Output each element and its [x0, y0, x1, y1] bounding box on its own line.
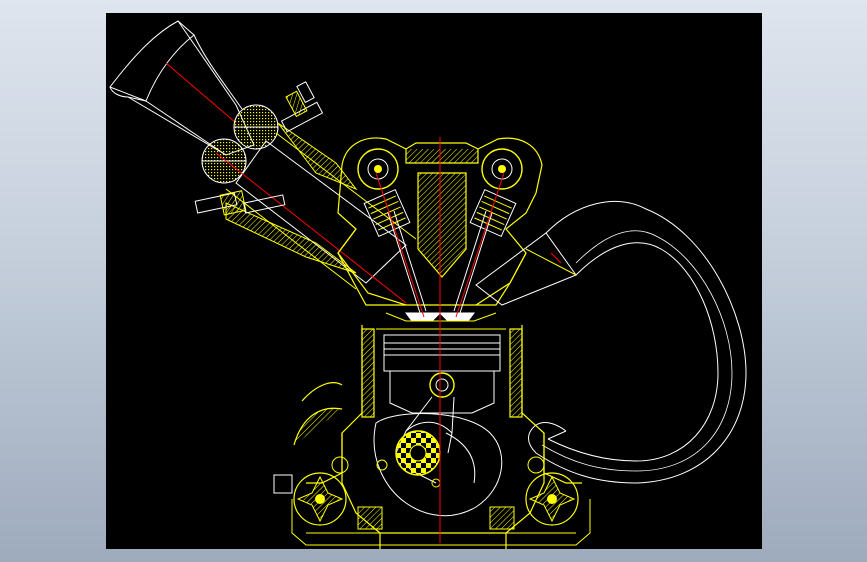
cad-viewport[interactable]	[106, 13, 762, 549]
piston	[383, 334, 501, 414]
balance-shaft-left	[273, 456, 349, 526]
intake-trumpet	[109, 20, 255, 156]
fuel-injector-lower	[194, 190, 286, 216]
combustion-chamber	[376, 312, 506, 330]
exhaust-port	[475, 232, 577, 306]
engine-cross-section	[109, 20, 747, 549]
camshaft-exhaust	[481, 148, 523, 190]
fuel-injector-upper	[280, 81, 324, 133]
crankshaft	[373, 413, 503, 517]
camshaft-intake	[357, 148, 399, 190]
balance-shaft-right	[525, 456, 579, 526]
exhaust-header	[528, 201, 747, 484]
throttle-body	[201, 104, 279, 184]
valve-spring-exhaust	[469, 188, 517, 238]
wrist-pin	[429, 372, 455, 398]
